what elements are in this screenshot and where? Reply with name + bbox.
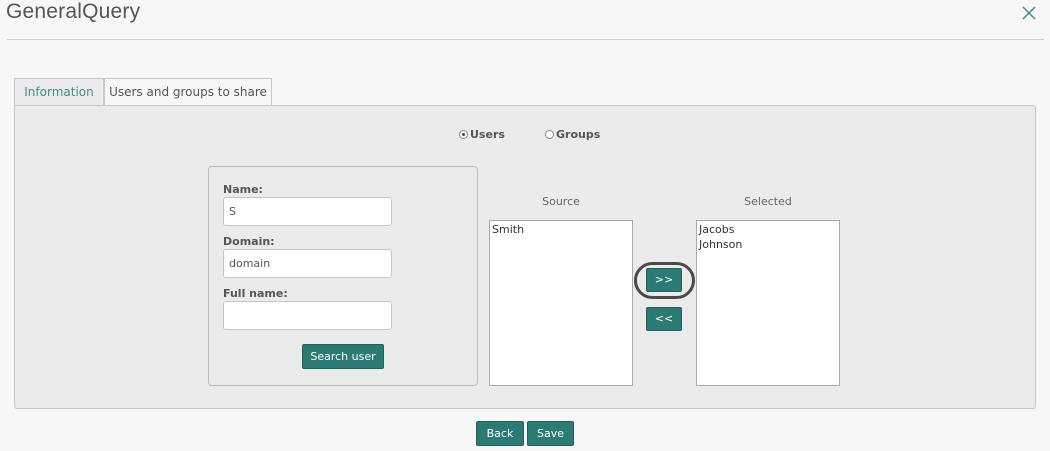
domain-input[interactable]: domain	[223, 249, 392, 278]
name-input[interactable]: S	[223, 197, 392, 226]
list-item[interactable]: Smith	[492, 222, 630, 237]
users-radio-label: Users	[470, 128, 505, 141]
selected-list-title: Selected	[744, 195, 792, 208]
remove-from-selected-button[interactable]: <<	[646, 307, 682, 331]
users-radio-option[interactable]: Users	[459, 128, 505, 141]
window-title: GeneralQuery	[6, 0, 141, 23]
domain-label: Domain:	[223, 235, 275, 248]
selected-list[interactable]: Jacobs Johnson	[696, 220, 840, 386]
title-divider	[7, 39, 1044, 40]
close-icon	[1022, 6, 1036, 20]
users-radio[interactable]	[459, 130, 468, 139]
search-user-button[interactable]: Search user	[302, 344, 384, 369]
groups-radio-option[interactable]: Groups	[545, 128, 600, 141]
add-to-selected-button[interactable]: >>	[646, 268, 682, 292]
list-item[interactable]: Jacobs	[699, 222, 837, 237]
name-label: Name:	[223, 183, 263, 196]
groups-radio[interactable]	[545, 130, 554, 139]
tab-information[interactable]: Information	[14, 78, 104, 106]
save-button[interactable]: Save	[527, 421, 574, 446]
tab-users-and-groups[interactable]: Users and groups to share	[104, 78, 272, 106]
list-item[interactable]: Johnson	[699, 237, 837, 252]
groups-radio-label: Groups	[556, 128, 601, 141]
source-list-title: Source	[542, 195, 580, 208]
fullname-input[interactable]	[223, 301, 392, 330]
source-list[interactable]: Smith	[489, 220, 633, 386]
fullname-label: Full name:	[223, 287, 288, 300]
close-button[interactable]	[1019, 3, 1039, 23]
back-button[interactable]: Back	[476, 421, 524, 446]
